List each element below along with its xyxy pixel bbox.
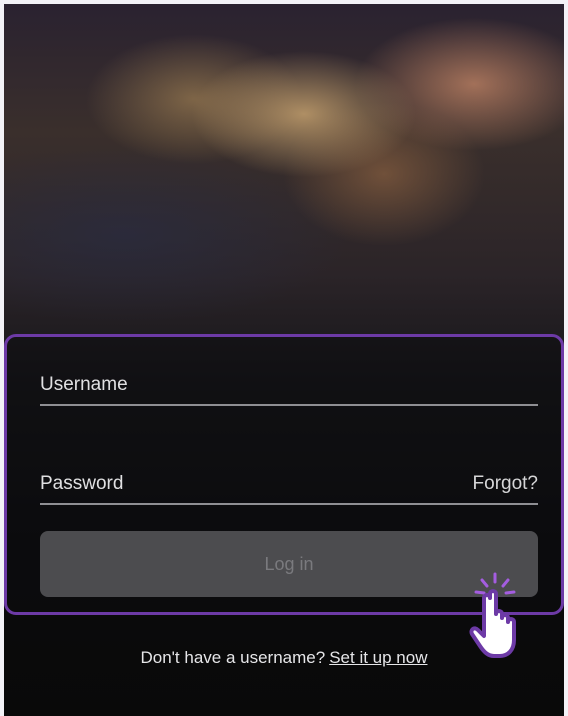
signup-prompt-text: Don't have a username? bbox=[140, 648, 326, 667]
forgot-password-link[interactable]: Forgot? bbox=[473, 473, 538, 495]
hand-cursor-icon bbox=[469, 572, 516, 658]
username-label: Username bbox=[40, 374, 128, 395]
setup-link[interactable]: Set it up now bbox=[329, 648, 427, 667]
password-field[interactable]: Password Forgot? bbox=[40, 471, 538, 505]
username-field[interactable]: Username bbox=[40, 372, 538, 406]
password-label: Password bbox=[40, 473, 124, 494]
